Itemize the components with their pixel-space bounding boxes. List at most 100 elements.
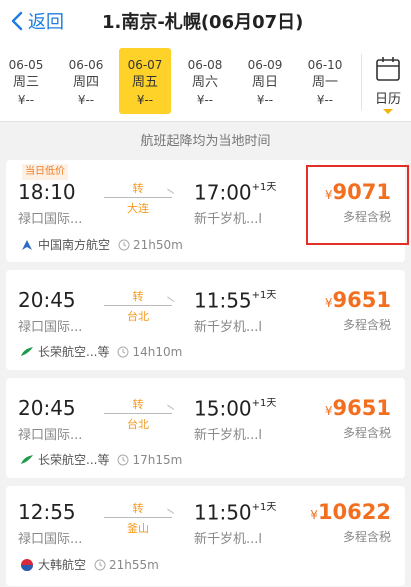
arrival-airport: 新千岁机...l (194, 532, 263, 547)
flight-card[interactable]: 12:55 禄口国际... 转 釜山 11:50+1天 新千岁机...l ¥10… (6, 486, 405, 586)
price-value: 9071 (332, 180, 391, 204)
back-label: 返回 (28, 12, 64, 33)
flight-footer: 大韩航空 21h55m (20, 556, 159, 573)
clock-icon (117, 454, 129, 465)
flight-card[interactable]: 20:45 禄口国际... 转 台北 11:55+1天 新千岁机...l ¥96… (6, 270, 405, 370)
price-note: 多程含税 (342, 530, 391, 544)
china-southern-logo-icon (22, 239, 32, 250)
transfer-label: 转 (128, 500, 148, 516)
price: ¥9651 (325, 288, 391, 312)
departure-time: 20:45 (18, 288, 76, 312)
arrival-airport: 新千岁机...l (194, 320, 263, 335)
flight-duration: 17h15m (132, 452, 183, 467)
flight-duration: 14h10m (132, 344, 183, 359)
arrival-time: 17:00+1天 (194, 180, 277, 205)
departure-airport: 禄口国际... (18, 320, 83, 335)
local-time-notice: 航班起降均为当地时间 (140, 134, 271, 149)
next-day-label: +1天 (251, 502, 277, 513)
airline-name: 长荣航空...等 (38, 345, 110, 359)
date-price: ¥-- (316, 93, 334, 107)
departure-time: 18:10 (18, 180, 76, 204)
date-label: 06-05 (8, 58, 44, 72)
transfer-city: 台北 (127, 418, 149, 431)
price-value: 9651 (332, 396, 391, 420)
flight-duration: 21h55m (109, 557, 159, 572)
calendar-button[interactable]: 日历 (366, 52, 410, 118)
arrival-time: 11:55+1天 (194, 288, 277, 313)
clock-icon (94, 559, 106, 570)
price-note: 多程含税 (342, 210, 391, 224)
transfer-city: 大连 (127, 202, 149, 215)
low-price-tag: 当日低价 (22, 164, 68, 180)
transfer-arrow: 转 釜山 (104, 498, 175, 538)
transfer-arrow: 转 台北 (104, 286, 175, 326)
date-price: ¥-- (196, 93, 214, 107)
price-note: 多程含税 (342, 318, 391, 332)
departure-airport: 禄口国际... (18, 532, 83, 547)
back-button[interactable]: 返回 (10, 6, 64, 36)
flight-card[interactable]: 当日低价 18:10 禄口国际... 转 大连 17:00+1天 新千岁机...… (6, 160, 405, 262)
calendar-icon (376, 57, 400, 81)
weekday-label: 周五 (131, 75, 158, 90)
departure-time: 12:55 (18, 500, 76, 524)
price: ¥10622 (310, 500, 391, 524)
price: ¥9071 (325, 180, 391, 204)
date-tab-0605[interactable]: 06-05 周三 ¥-- (0, 48, 52, 114)
departure-airport: 禄口国际... (18, 428, 83, 443)
clock-icon (117, 346, 129, 357)
currency-symbol: ¥ (324, 404, 333, 418)
calendar-label: 日历 (374, 92, 401, 107)
flight-card[interactable]: 20:45 禄口国际... 转 台北 15:00+1天 新千岁机...l ¥96… (6, 378, 405, 478)
eva-air-logo-icon (21, 346, 33, 356)
date-price: ¥-- (17, 93, 35, 107)
date-selector: 06-05 周三 ¥-- 06-06 周四 ¥-- 06-07 周五 ¥-- 0… (0, 42, 411, 122)
eva-air-logo-icon (21, 454, 33, 464)
date-label: 06-08 (187, 58, 223, 72)
next-day-label: +1天 (251, 182, 277, 193)
date-price: ¥-- (136, 93, 154, 107)
flight-footer: 长荣航空...等 14h10m (20, 343, 182, 360)
next-day-label: +1天 (251, 398, 277, 409)
page-title: 1.南京-札幌(06月07日) (102, 12, 304, 33)
date-tab-0607-selected[interactable]: 06-07 周五 ¥-- (119, 48, 171, 114)
flight-footer: 中国南方航空 21h50m (20, 236, 183, 253)
date-label: 06-06 (68, 58, 104, 72)
date-label: 06-07 (127, 58, 163, 72)
arrival-airport: 新千岁机...l (194, 428, 263, 443)
date-tab-0609[interactable]: 06-09 周日 ¥-- (239, 48, 291, 114)
date-tab-0608[interactable]: 06-08 周六 ¥-- (179, 48, 231, 114)
transfer-arrow: 转 台北 (104, 394, 175, 434)
weekday-label: 周四 (72, 75, 99, 90)
weekday-label: 周三 (12, 75, 39, 90)
next-day-label: +1天 (251, 290, 277, 301)
transfer-label: 转 (128, 288, 148, 304)
currency-symbol: ¥ (310, 508, 318, 522)
date-label: 06-10 (307, 58, 343, 72)
currency-symbol: ¥ (324, 188, 333, 202)
airline-name: 中国南方航空 (38, 238, 111, 252)
departure-time: 20:45 (18, 396, 76, 420)
date-tab-0606[interactable]: 06-06 周四 ¥-- (60, 48, 112, 114)
transfer-label: 转 (128, 396, 148, 412)
weekday-label: 周六 (191, 75, 218, 90)
clock-icon (118, 239, 130, 250)
transfer-label: 转 (128, 180, 148, 196)
arrival-time: 11:50+1天 (194, 500, 277, 525)
flight-duration: 21h50m (133, 237, 183, 252)
transfer-arrow: 转 大连 (104, 178, 175, 218)
price-note: 多程含税 (342, 426, 391, 440)
divider (361, 54, 362, 110)
departure-airport: 禄口国际... (18, 212, 83, 227)
header: 返回 1.南京-札幌(06月07日) (0, 0, 411, 42)
price-value: 10622 (317, 500, 391, 524)
airline-name: 大韩航空 (38, 558, 87, 572)
flight-footer: 长荣航空...等 17h15m (20, 451, 182, 468)
price: ¥9651 (325, 396, 391, 420)
airline-name: 长荣航空...等 (38, 453, 110, 467)
transfer-city: 釜山 (127, 522, 149, 535)
price-value: 9651 (332, 288, 391, 312)
korean-air-logo-icon (21, 558, 33, 571)
weekday-label: 周一 (311, 75, 338, 90)
date-tab-0610[interactable]: 06-10 周一 ¥-- (299, 48, 351, 114)
transfer-city: 台北 (127, 310, 149, 323)
